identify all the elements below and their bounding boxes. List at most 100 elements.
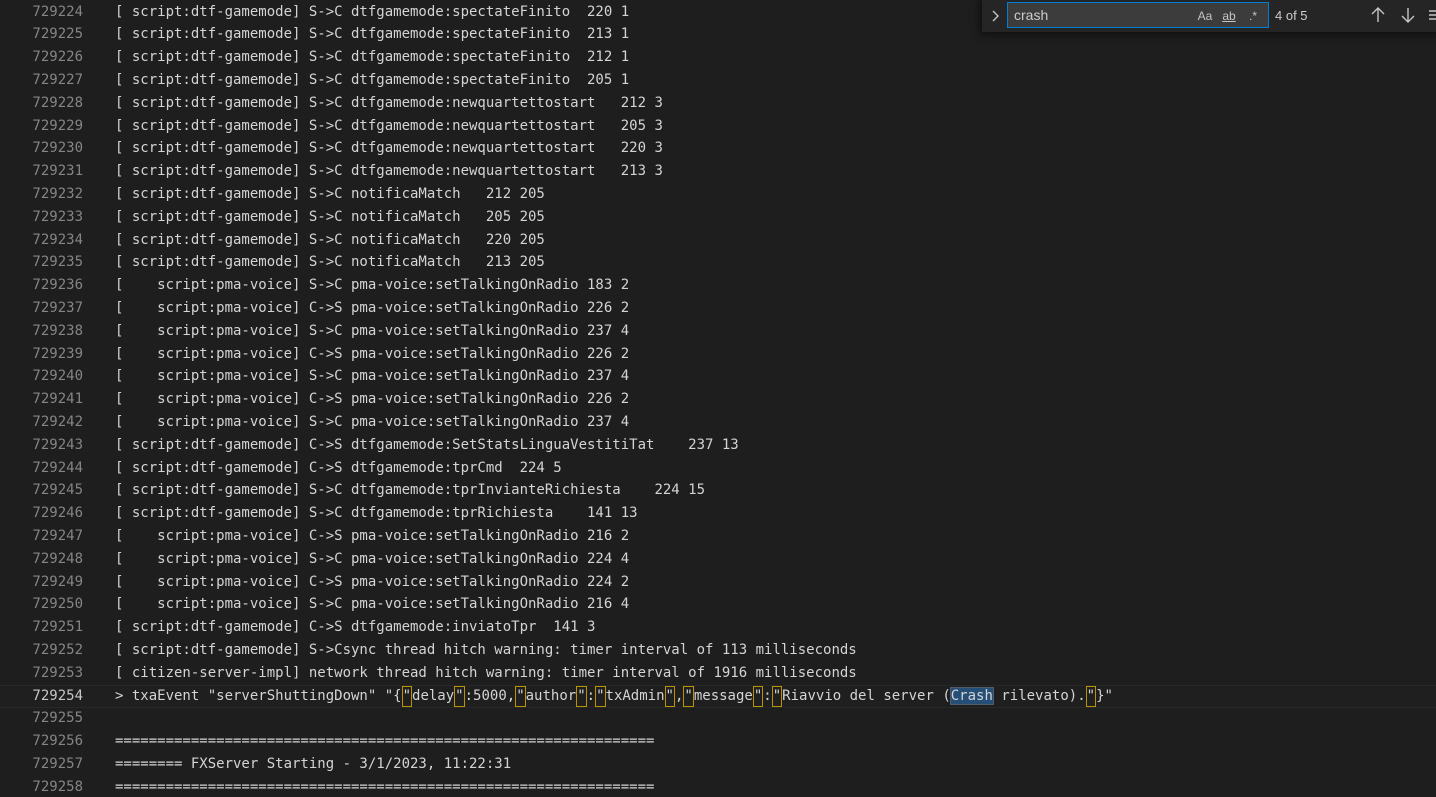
line-text: [ script:dtf-gamemode] S->C dtfgamemode:… xyxy=(115,140,663,157)
arrow-down-icon[interactable] xyxy=(1398,5,1418,25)
code-line[interactable]: 729243 [ script:dtf-gamemode] C->S dtfgam… xyxy=(0,434,1436,457)
code-line[interactable]: 729251 [ script:dtf-gamemode] C->S dtfgam… xyxy=(0,616,1436,639)
code-line[interactable]: 729254 > txaEvent "serverShuttingDown" "{… xyxy=(0,684,1436,708)
line-number: 729251 xyxy=(32,619,83,636)
line-text: [ script:pma-voice] C->S pma-voice:setTa… xyxy=(115,391,630,408)
text-segment: : xyxy=(763,687,772,704)
find-input-box[interactable]: Aa ab .* xyxy=(1007,2,1269,28)
code-line[interactable]: 729245 [ script:dtf-gamemode] S->C dtfgam… xyxy=(0,479,1436,502)
code-line[interactable]: 729244 [ script:dtf-gamemode] C->S dtfgam… xyxy=(0,457,1436,480)
menu-icon[interactable] xyxy=(1424,5,1436,25)
line-text: [ script:dtf-gamemode] S->C notificaMatc… xyxy=(115,231,545,248)
line-text: ========================================… xyxy=(115,733,655,750)
line-text: [ script:dtf-gamemode] S->C dtfgamemode:… xyxy=(115,26,630,43)
code-line[interactable]: 729252 [ script:dtf-gamemode] S->Csync th… xyxy=(0,639,1436,662)
line-number: 729256 xyxy=(32,733,83,750)
line-number: 729252 xyxy=(32,641,83,658)
bracket-highlight: " xyxy=(664,685,675,707)
find-input[interactable] xyxy=(1014,5,1194,25)
bracket-highlight: " xyxy=(454,685,465,707)
code-line[interactable]: 729246 [ script:dtf-gamemode] S->C dtfgam… xyxy=(0,502,1436,525)
line-number: 729239 xyxy=(32,345,83,362)
code-line[interactable]: 729241 [ script:pma-voice] C->S pma-voice… xyxy=(0,388,1436,411)
line-text: [ script:dtf-gamemode] C->S dtfgamemode:… xyxy=(115,619,596,636)
line-text: [ citizen-server-impl] network thread hi… xyxy=(115,664,857,681)
line-text: [ script:pma-voice] C->S pma-voice:setTa… xyxy=(115,527,630,544)
code-line[interactable]: 729234 [ script:dtf-gamemode] S->C notifi… xyxy=(0,229,1436,252)
search-match: Crash xyxy=(949,686,994,705)
line-text: [ script:dtf-gamemode] S->C notificaMatc… xyxy=(115,208,545,225)
chevron-right-icon[interactable] xyxy=(988,6,1004,26)
line-number: 729246 xyxy=(32,505,83,522)
arrow-up-icon[interactable] xyxy=(1368,5,1388,25)
code-line[interactable]: 729239 [ script:pma-voice] C->S pma-voice… xyxy=(0,343,1436,366)
line-number: 729230 xyxy=(32,140,83,157)
code-line[interactable]: 729256 ==================================… xyxy=(0,730,1436,753)
code-line[interactable]: 729238 [ script:pma-voice] S->C pma-voice… xyxy=(0,320,1436,343)
code-line[interactable]: 729235 [ script:dtf-gamemode] S->C notifi… xyxy=(0,251,1436,274)
code-line[interactable]: 729226 [ script:dtf-gamemode] S->C dtfgam… xyxy=(0,46,1436,69)
code-line[interactable]: 729230 [ script:dtf-gamemode] S->C dtfgam… xyxy=(0,137,1436,160)
bracket-highlight: " xyxy=(401,685,413,707)
text-segment: author xyxy=(525,687,577,704)
line-number: 729229 xyxy=(32,117,83,134)
bracket-highlight: " xyxy=(1085,685,1097,707)
bracket-highlight: " xyxy=(771,685,783,707)
bracket-highlight: " xyxy=(576,685,587,707)
code-line[interactable]: 729257 ======== FXServer Starting - 3/1/2… xyxy=(0,753,1436,776)
line-number: 729235 xyxy=(32,254,83,271)
code-line[interactable]: 729258 ==================================… xyxy=(0,776,1436,797)
code-line[interactable]: 729253 [ citizen-server-impl] network thr… xyxy=(0,662,1436,685)
text-segment: Riavvio del server ( xyxy=(782,687,951,704)
line-text: [ script:pma-voice] S->C pma-voice:setTa… xyxy=(115,413,630,430)
text-segment: delay xyxy=(412,687,455,704)
bracket-highlight: " xyxy=(683,685,694,707)
line-text: [ script:dtf-gamemode] S->C dtfgamemode:… xyxy=(115,3,630,20)
code-line[interactable]: 729255 xyxy=(0,707,1436,730)
line-number: 729227 xyxy=(32,71,83,88)
line-number: 729242 xyxy=(32,413,83,430)
code-line[interactable]: 729242 [ script:pma-voice] S->C pma-voice… xyxy=(0,411,1436,434)
code-line[interactable]: 729249 [ script:pma-voice] C->S pma-voice… xyxy=(0,571,1436,594)
code-line[interactable]: 729248 [ script:pma-voice] S->C pma-voice… xyxy=(0,548,1436,571)
code-line[interactable]: 729236 [ script:pma-voice] S->C pma-voice… xyxy=(0,274,1436,297)
line-text: [ script:pma-voice] S->C pma-voice:setTa… xyxy=(115,277,630,294)
line-text: ======== FXServer Starting - 3/1/2023, 1… xyxy=(115,755,512,772)
text-segment: message xyxy=(693,687,753,704)
line-number: 729238 xyxy=(32,322,83,339)
editor[interactable]: 729224 [ script:dtf-gamemode] S->C dtfgam… xyxy=(0,0,1436,797)
code-line[interactable]: 729237 [ script:pma-voice] C->S pma-voice… xyxy=(0,297,1436,320)
code-line[interactable]: 729250 [ script:pma-voice] S->C pma-voice… xyxy=(0,593,1436,616)
line-number: 729232 xyxy=(32,185,83,202)
line-text: [ script:pma-voice] C->S pma-voice:setTa… xyxy=(115,345,630,362)
code-line[interactable]: 729227 [ script:dtf-gamemode] S->C dtfgam… xyxy=(0,69,1436,92)
line-number: 729247 xyxy=(32,527,83,544)
line-text: ========================================… xyxy=(115,778,655,795)
line-text: [ script:pma-voice] S->C pma-voice:setTa… xyxy=(115,322,630,339)
line-number: 729241 xyxy=(32,391,83,408)
line-number: 729254 xyxy=(32,687,83,704)
regex-toggle[interactable]: .* xyxy=(1242,7,1264,25)
match-count: 4 of 5 xyxy=(1275,8,1308,23)
line-number: 729244 xyxy=(32,459,83,476)
code-line[interactable]: 729233 [ script:dtf-gamemode] S->C notifi… xyxy=(0,206,1436,229)
code-line[interactable]: 729240 [ script:pma-voice] S->C pma-voice… xyxy=(0,365,1436,388)
text-segment: txAdmin xyxy=(605,687,665,704)
line-text: [ script:pma-voice] S->C pma-voice:setTa… xyxy=(115,596,630,613)
line-number: 729257 xyxy=(32,755,83,772)
code-line[interactable]: 729247 [ script:pma-voice] C->S pma-voice… xyxy=(0,525,1436,548)
line-text: [ script:dtf-gamemode] S->C dtfgamemode:… xyxy=(115,505,638,522)
line-number: 729225 xyxy=(32,26,83,43)
code-line[interactable]: 729229 [ script:dtf-gamemode] S->C dtfgam… xyxy=(0,115,1436,138)
whole-word-toggle[interactable]: ab xyxy=(1218,7,1240,25)
text-segment: :5000, xyxy=(464,687,516,704)
text-segment: > txaEvent "serverShuttingDown" "{ xyxy=(115,687,402,704)
line-text: [ script:dtf-gamemode] S->C dtfgamemode:… xyxy=(115,163,663,180)
line-text: [ script:dtf-gamemode] S->C dtfgamemode:… xyxy=(115,71,630,88)
code-line[interactable]: 729228 [ script:dtf-gamemode] S->C dtfgam… xyxy=(0,92,1436,115)
match-case-toggle[interactable]: Aa xyxy=(1194,7,1216,25)
line-number: 729231 xyxy=(32,163,83,180)
code-line[interactable]: 729232 [ script:dtf-gamemode] S->C notifi… xyxy=(0,183,1436,206)
code-line[interactable]: 729231 [ script:dtf-gamemode] S->C dtfgam… xyxy=(0,160,1436,183)
text-segment: rilevato). xyxy=(992,687,1086,704)
